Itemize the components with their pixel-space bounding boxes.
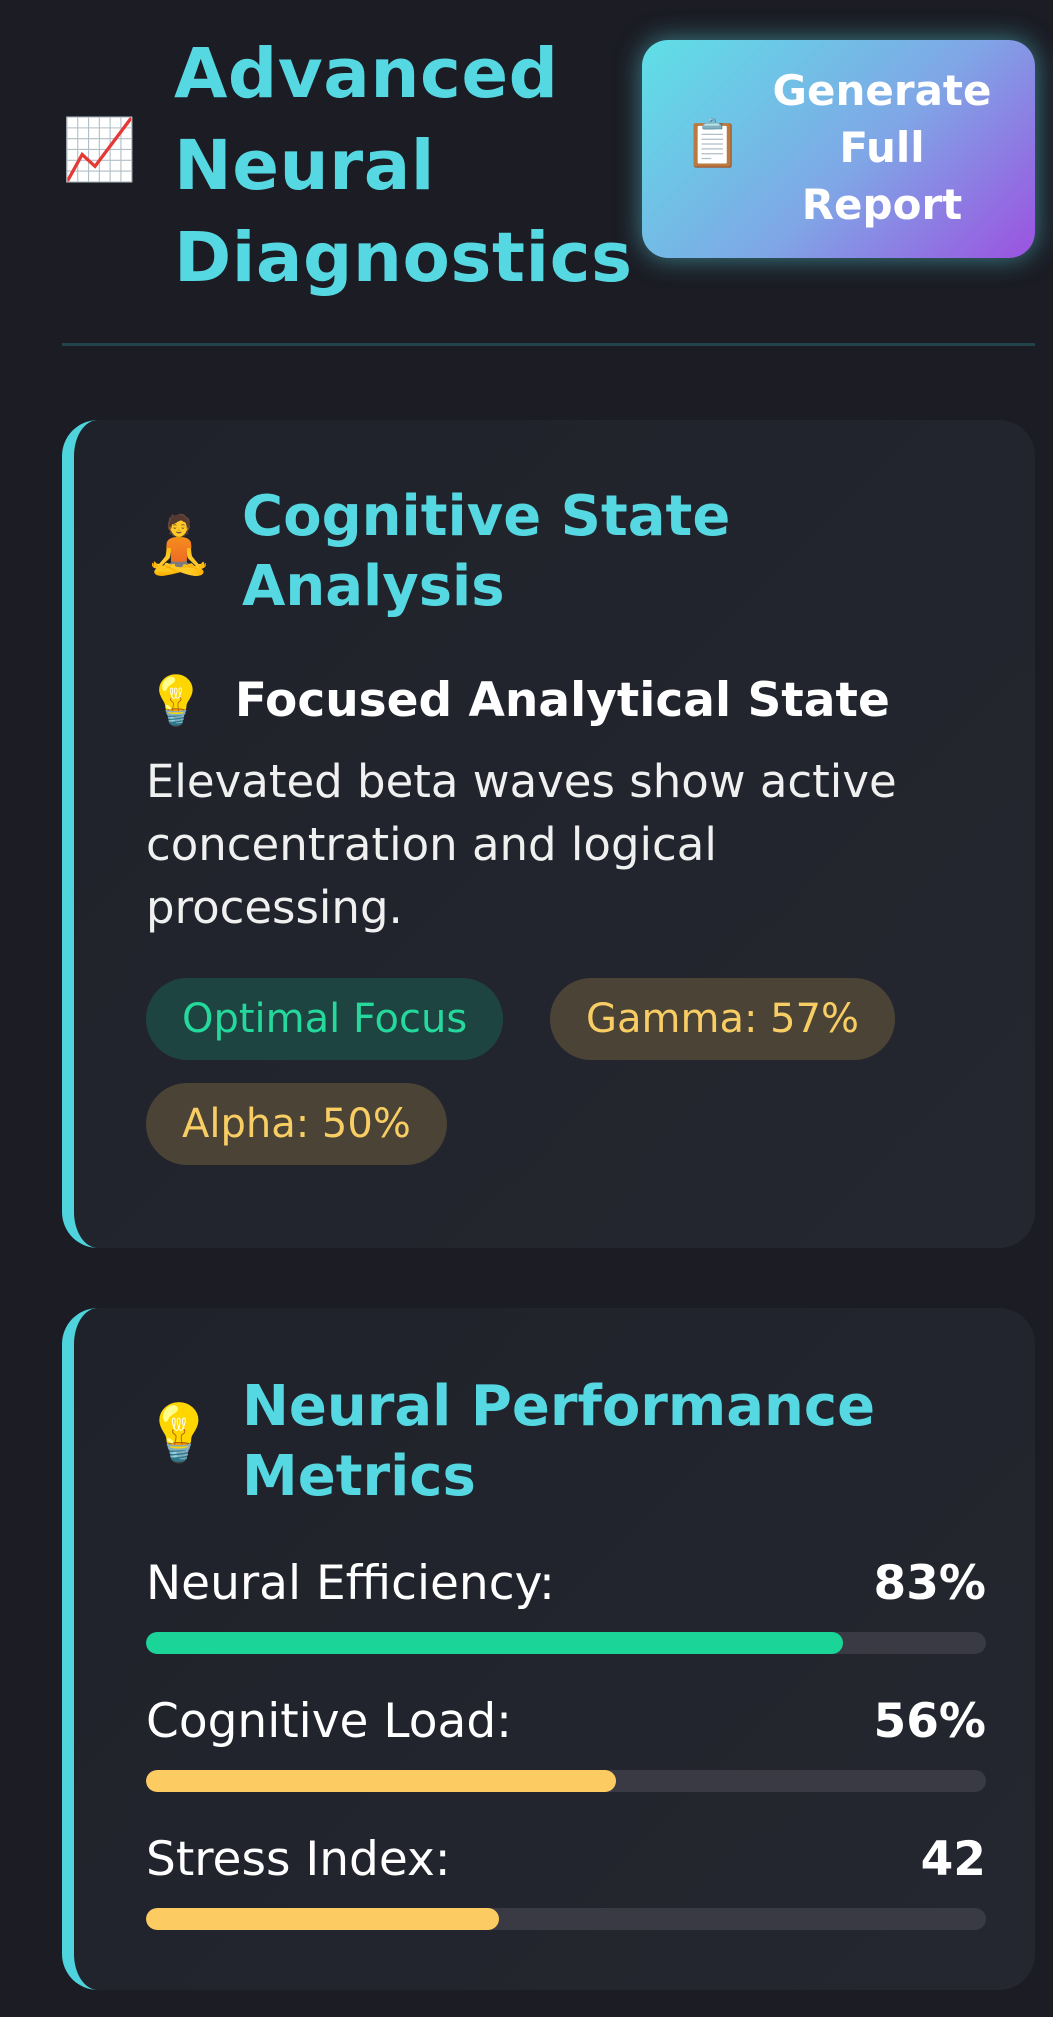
metric-progress-fill: [146, 1908, 499, 1930]
page-title: Advanced Neural Diagnostics: [174, 34, 633, 298]
status-badge-optimal-focus: Optimal Focus: [146, 978, 504, 1060]
generate-report-button[interactable]: 📋 Generate Full Report: [642, 40, 1035, 258]
neural-metrics-card: 💡 Neural Performance Metrics Neural Effi…: [62, 1308, 1035, 1990]
neural-metrics-title: Neural Performance Metrics: [242, 1374, 876, 1509]
metric-label: Neural Efficiency:: [146, 1556, 555, 1611]
diagnostics-page: 📈 Advanced Neural Diagnostics 📋 Generate…: [0, 0, 1053, 2017]
status-badge-gamma: Gamma: 57%: [550, 978, 896, 1060]
light-bulb-icon: 💡: [146, 673, 206, 729]
metric-progress-fill: [146, 1770, 617, 1792]
chart-increasing-icon: 📈: [62, 115, 137, 185]
clipboard-icon: 📋: [684, 116, 742, 170]
page-header: 📈 Advanced Neural Diagnostics 📋 Generate…: [62, 28, 1035, 298]
metric-value: 83%: [873, 1556, 987, 1611]
metric-progress-track: [146, 1770, 986, 1792]
light-bulb-icon: 💡: [144, 1401, 214, 1466]
metric-label: Cognitive Load:: [146, 1694, 512, 1749]
metric-progress-track: [146, 1632, 986, 1654]
header-divider: [62, 343, 1035, 346]
status-badge-alpha: Alpha: 50%: [146, 1083, 447, 1165]
metric-label: Stress Index:: [146, 1832, 451, 1887]
state-description: Elevated beta waves show active concentr…: [146, 755, 897, 934]
metric-value: 56%: [873, 1694, 987, 1749]
meditation-icon: 🧘: [144, 513, 214, 578]
metric-progress-fill: [146, 1632, 844, 1654]
generate-report-label: Generate Full Report: [772, 66, 992, 229]
state-title: Focused Analytical State: [234, 673, 890, 728]
cognitive-state-card: 🧘 Cognitive State Analysis 💡 Focused Ana…: [62, 420, 1035, 1248]
metric-value: 42: [920, 1832, 986, 1887]
state-heading: 💡 Focused Analytical State: [146, 672, 890, 736]
cognitive-state-title: Cognitive State Analysis: [242, 484, 731, 619]
metric-progress-track: [146, 1908, 986, 1930]
